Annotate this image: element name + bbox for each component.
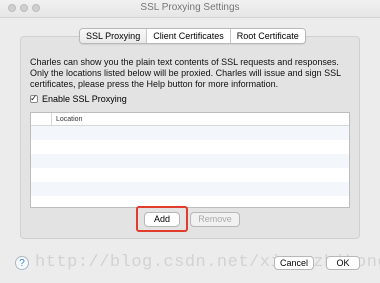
table-row <box>31 182 349 196</box>
tab-bar: SSL Proxying Client Certificates Root Ce… <box>79 28 306 44</box>
remove-button[interactable]: Remove <box>190 212 240 227</box>
cancel-button[interactable]: Cancel <box>274 256 314 270</box>
location-column-header[interactable]: Location <box>52 116 82 123</box>
table-row <box>31 126 349 140</box>
locations-table-header: Location <box>31 113 349 126</box>
checkbox-column-header <box>31 113 52 125</box>
enable-ssl-proxying-label: Enable SSL Proxying <box>42 94 127 104</box>
enable-ssl-proxying-row[interactable]: Enable SSL Proxying <box>30 93 127 104</box>
description-text: Charles can show you the plain text cont… <box>30 57 341 89</box>
tab-ssl-proxying[interactable]: SSL Proxying <box>80 29 147 43</box>
table-row <box>31 168 349 182</box>
tab-root-certificate[interactable]: Root Certificate <box>229 29 305 43</box>
tab-client-certificates[interactable]: Client Certificates <box>146 29 230 43</box>
table-row <box>31 196 349 207</box>
locations-table: Location <box>30 112 350 208</box>
window-title: SSL Proxying Settings <box>140 2 240 13</box>
window-titlebar: SSL Proxying Settings <box>0 0 380 18</box>
add-button-highlight <box>136 206 188 232</box>
ok-button[interactable]: OK <box>326 256 360 270</box>
table-row <box>31 154 349 168</box>
help-button[interactable]: ? <box>15 256 29 270</box>
enable-ssl-proxying-checkbox[interactable] <box>30 93 38 104</box>
table-row <box>31 140 349 154</box>
